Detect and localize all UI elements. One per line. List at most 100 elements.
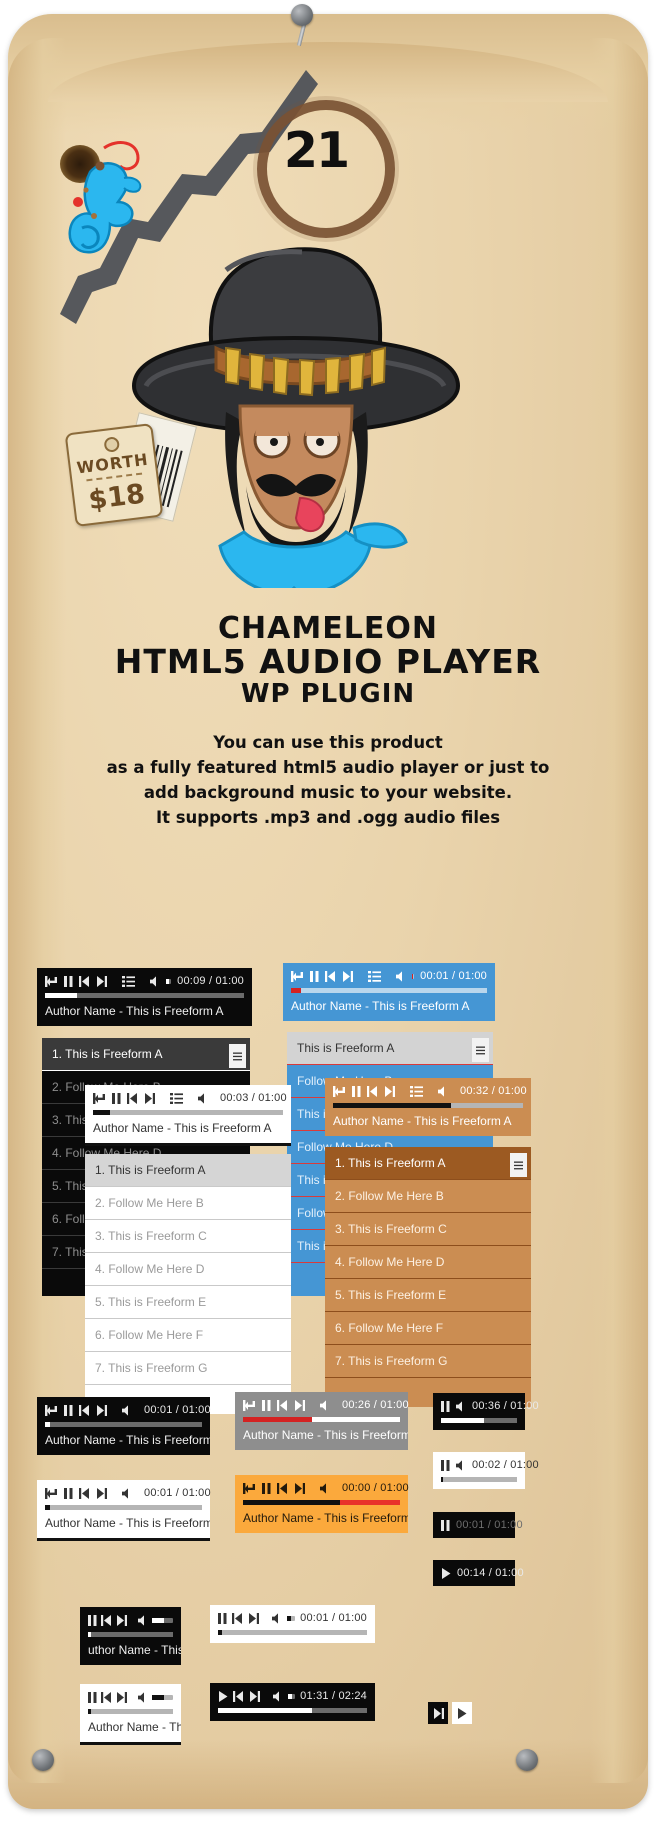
pause-icon[interactable]	[64, 1486, 73, 1500]
playlist-icon[interactable]	[410, 1084, 423, 1098]
volume-icon[interactable]	[396, 969, 406, 983]
previous-track-icon[interactable]	[325, 969, 336, 983]
player-gray-compact[interactable]: 00:26 / 01:00 Author Name - This is Freef…	[235, 1392, 409, 1450]
next-track-icon[interactable]	[96, 974, 107, 988]
playlist-white[interactable]: 1. This is Freeform A 2. Follow Me Here B…	[85, 1154, 291, 1414]
volume-icon[interactable]	[273, 1689, 283, 1703]
rewind-to-start-icon[interactable]	[333, 1084, 346, 1098]
play-icon[interactable]	[218, 1689, 228, 1703]
progress-bar[interactable]	[441, 1477, 517, 1482]
next-track-icon[interactable]	[96, 1486, 107, 1500]
list-item[interactable]: 7. This is Freeform G	[85, 1352, 291, 1385]
progress-bar[interactable]	[88, 1632, 173, 1637]
next-track-icon[interactable]	[432, 1706, 445, 1720]
list-item[interactable]: 1. This is Freeform A	[325, 1147, 531, 1180]
player-orange-compact[interactable]: 00:00 / 01:00 Author Name - This is Freef…	[235, 1475, 409, 1533]
progress-bar[interactable]	[45, 993, 244, 998]
tiny-dark-next[interactable]	[428, 1702, 448, 1724]
player-dark-playlist[interactable]: 00:09 / 01:00 Author Name - This is Freef…	[37, 968, 252, 1026]
player-white-narrow[interactable]: Author Name - This i	[80, 1684, 181, 1745]
previous-track-icon[interactable]	[277, 1481, 288, 1495]
progress-bar[interactable]	[45, 1422, 202, 1427]
player-brown-playlist[interactable]: 00:32 / 01:00 Author Name - This is Freef…	[325, 1078, 531, 1136]
previous-track-icon[interactable]	[277, 1398, 288, 1412]
volume-icon[interactable]	[456, 1458, 466, 1472]
volume-icon[interactable]	[198, 1091, 208, 1105]
volume-slider[interactable]	[152, 1694, 173, 1700]
progress-bar[interactable]	[218, 1630, 367, 1635]
next-track-icon[interactable]	[144, 1091, 155, 1105]
player-dark-narrow[interactable]: uthor Name - This is	[80, 1607, 181, 1665]
playlist-brown[interactable]: 1. This is Freeform A 2. Follow Me Here B…	[325, 1147, 531, 1407]
rewind-to-start-icon[interactable]	[291, 969, 304, 983]
next-track-icon[interactable]	[248, 1611, 259, 1625]
rewind-to-start-icon[interactable]	[93, 1091, 106, 1105]
list-item[interactable]: 6. Follow Me Here F	[325, 1312, 531, 1345]
playlist-icon[interactable]	[368, 969, 381, 983]
volume-icon[interactable]	[438, 1084, 448, 1098]
player-dark-mini-volume[interactable]: 00:36 / 01:00	[433, 1393, 539, 1430]
play-icon[interactable]	[456, 1706, 469, 1720]
volume-icon[interactable]	[122, 1486, 132, 1500]
player-dark-bar[interactable]: 01:31 / 02:24	[210, 1683, 375, 1721]
rewind-to-start-icon[interactable]	[243, 1398, 256, 1412]
list-item[interactable]: 1. This is Freeform A	[42, 1038, 250, 1071]
next-track-icon[interactable]	[342, 969, 353, 983]
pause-icon[interactable]	[88, 1613, 97, 1627]
volume-slider[interactable]	[288, 1693, 296, 1699]
progress-bar[interactable]	[291, 988, 487, 993]
previous-track-icon[interactable]	[101, 1613, 112, 1627]
next-track-icon[interactable]	[294, 1398, 305, 1412]
previous-track-icon[interactable]	[367, 1084, 378, 1098]
volume-slider[interactable]	[152, 1617, 173, 1623]
previous-track-icon[interactable]	[127, 1091, 138, 1105]
player-dark-compact[interactable]: 00:01 / 01:00 Author Name - This is Freef…	[37, 1397, 211, 1455]
pause-icon[interactable]	[352, 1084, 361, 1098]
next-track-icon[interactable]	[116, 1690, 127, 1704]
rewind-to-start-icon[interactable]	[45, 1486, 58, 1500]
volume-icon[interactable]	[320, 1481, 330, 1495]
list-item[interactable]: 1. This is Freeform A	[85, 1154, 291, 1187]
list-item[interactable]: 3. This is Freeform C	[85, 1220, 291, 1253]
player-white-compact[interactable]: 00:01 / 01:00 Author Name - This is Freef…	[37, 1480, 211, 1541]
progress-bar[interactable]	[88, 1709, 173, 1714]
playlist-icon[interactable]	[170, 1091, 183, 1105]
player-white-playlist[interactable]: 00:03 / 01:00 Author Name - This is Freef…	[85, 1085, 291, 1146]
volume-icon[interactable]	[456, 1399, 466, 1413]
progress-bar[interactable]	[333, 1103, 523, 1108]
list-item[interactable]: 2. Follow Me Here B	[85, 1187, 291, 1220]
volume-icon[interactable]	[272, 1611, 282, 1625]
next-track-icon[interactable]	[384, 1084, 395, 1098]
player-dark-mini-time[interactable]: 00:01 / 01:00	[433, 1512, 523, 1538]
pause-icon[interactable]	[88, 1690, 97, 1704]
drag-handle-icon[interactable]	[472, 1038, 489, 1062]
list-item[interactable]: 7. This is Freeform G	[325, 1345, 531, 1378]
player-white-mini-volume[interactable]: 00:02 / 01:00	[433, 1452, 539, 1489]
list-item[interactable]: 4. Follow Me Here D	[85, 1253, 291, 1286]
progress-bar[interactable]	[93, 1110, 283, 1115]
pause-icon[interactable]	[112, 1091, 121, 1105]
drag-handle-icon[interactable]	[229, 1044, 246, 1068]
player-dark-mini-play[interactable]: 00:14 / 01:00	[433, 1560, 524, 1586]
previous-track-icon[interactable]	[79, 1486, 90, 1500]
pause-icon[interactable]	[218, 1611, 227, 1625]
playlist-icon[interactable]	[122, 974, 135, 988]
pause-icon[interactable]	[310, 969, 319, 983]
pause-icon[interactable]	[64, 974, 73, 988]
previous-track-icon[interactable]	[79, 974, 90, 988]
volume-slider[interactable]	[166, 978, 172, 984]
pause-icon[interactable]	[64, 1403, 73, 1417]
drag-handle-icon[interactable]	[510, 1153, 527, 1177]
volume-icon[interactable]	[320, 1398, 330, 1412]
progress-bar[interactable]	[441, 1418, 517, 1423]
track-list[interactable]: 1. This is Freeform A2. Follow Me Here B…	[325, 1147, 531, 1378]
volume-icon[interactable]	[138, 1690, 148, 1704]
player-white-bar[interactable]: 00:01 / 01:00	[210, 1605, 375, 1643]
list-item[interactable]: 4. Follow Me Here D	[325, 1246, 531, 1279]
previous-track-icon[interactable]	[232, 1611, 243, 1625]
pause-icon[interactable]	[441, 1518, 450, 1532]
next-track-icon[interactable]	[96, 1403, 107, 1417]
list-item[interactable]: 2. Follow Me Here B	[325, 1180, 531, 1213]
rewind-to-start-icon[interactable]	[45, 974, 58, 988]
next-track-icon[interactable]	[116, 1613, 127, 1627]
